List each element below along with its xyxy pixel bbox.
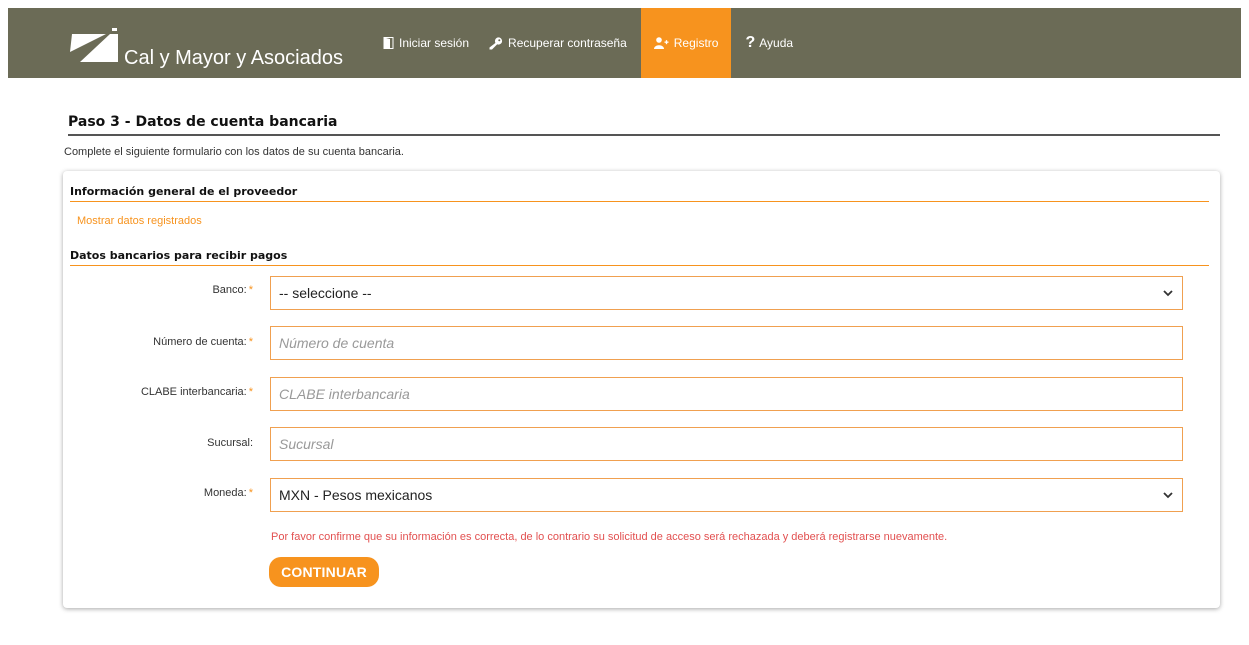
show-registered-data-link[interactable]: Mostrar datos registrados [77,215,202,227]
account-number-label-text: Número de cuenta: [153,336,247,348]
nav-recover-label: Recuperar contraseña [508,36,627,50]
page-intro: Complete el siguiente formulario con los… [64,146,404,158]
cal-y-mayor-logo-icon [70,28,118,62]
required-mark: * [248,284,253,296]
top-navbar: Cal y Mayor y Asociados Iniciar sesión R… [8,8,1241,78]
bank-select[interactable]: -- seleccione -- [270,276,1183,310]
continue-button[interactable]: CONTINUAR [269,557,379,587]
confirmation-notice: Por favor confirme que su información es… [271,531,948,543]
section-bank-data: Datos bancarios para recibir pagos [70,249,1209,266]
currency-label: Moneda: * [63,487,253,499]
bank-label: Banco: * [63,284,253,296]
required-mark: * [248,336,253,348]
bank-select-value: -- seleccione -- [279,285,372,301]
branch-label-text: Sucursal: [207,437,253,449]
chevron-down-icon [1162,286,1174,303]
door-icon [383,37,394,49]
question-icon: ? [745,34,756,51]
key-icon [489,36,503,50]
account-number-input[interactable]: Número de cuenta [270,326,1183,360]
account-number-label: Número de cuenta: * [63,336,253,348]
main-nav: Iniciar sesión Recuperar contraseña Regi… [373,8,803,78]
page-title: Paso 3 - Datos de cuenta bancaria [68,114,1220,136]
required-mark: * [248,386,253,398]
nav-help-label: Ayuda [759,36,794,50]
section-supplier-info: Información general de el proveedor [70,185,1209,202]
clabe-placeholder: CLABE interbancaria [279,386,410,402]
bank-form-card: Información general de el proveedor Most… [63,171,1220,608]
nav-register-label: Registro [673,36,719,50]
account-number-placeholder: Número de cuenta [279,335,395,351]
required-mark: * [248,487,253,499]
chevron-down-icon [1162,488,1174,505]
bank-label-text: Banco: [212,284,247,296]
currency-select[interactable]: MXN - Pesos mexicanos [270,478,1183,512]
nav-login[interactable]: Iniciar sesión [373,8,479,78]
nav-login-label: Iniciar sesión [399,36,470,50]
currency-select-value: MXN - Pesos mexicanos [279,487,433,503]
user-plus-icon [653,37,669,49]
branch-placeholder: Sucursal [279,436,334,452]
branch-label: Sucursal: [63,437,253,449]
clabe-label-text: CLABE interbancaria: [140,386,247,398]
clabe-label: CLABE interbancaria: * [63,386,253,398]
brand-logo[interactable]: Cal y Mayor y Asociados [66,26,343,70]
clabe-input[interactable]: CLABE interbancaria [270,377,1183,411]
brand-name: Cal y Mayor y Asociados [124,47,343,69]
branch-input[interactable]: Sucursal [270,427,1183,461]
nav-recover-password[interactable]: Recuperar contraseña [479,8,637,78]
nav-help[interactable]: ? Ayuda [735,8,803,78]
nav-register[interactable]: Registro [640,8,732,78]
currency-label-text: Moneda: [203,487,247,499]
